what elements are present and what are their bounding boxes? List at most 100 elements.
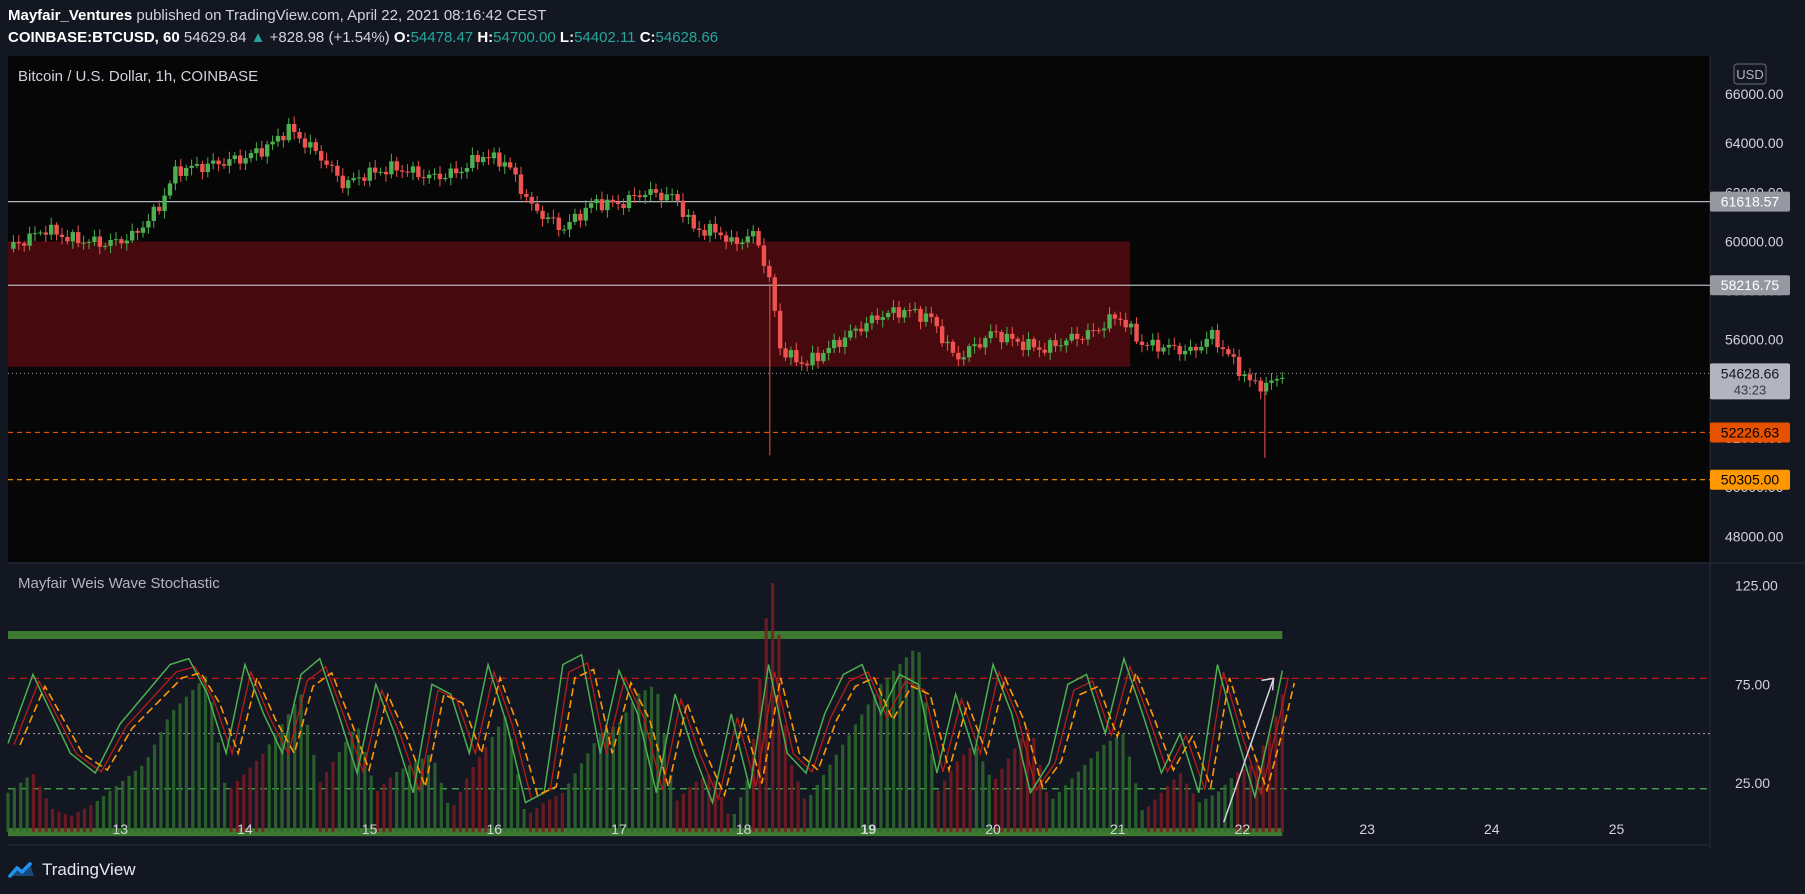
chart-header: Mayfair_Ventures published on TradingVie… bbox=[0, 0, 1805, 56]
candle-body bbox=[1015, 338, 1020, 342]
candle-body bbox=[907, 310, 912, 312]
time-axis-tick: 24 bbox=[1484, 821, 1500, 837]
candle-body bbox=[750, 231, 756, 237]
volume-histogram-bar bbox=[535, 807, 539, 833]
volume-histogram-bar bbox=[1159, 792, 1163, 833]
price-axis-tick: 66000.00 bbox=[1725, 86, 1784, 102]
candle-body bbox=[966, 346, 972, 358]
candle-body bbox=[351, 178, 356, 181]
candle-body bbox=[270, 141, 275, 145]
candle-body bbox=[594, 199, 599, 204]
candle-body bbox=[605, 199, 610, 211]
candle-body bbox=[642, 194, 648, 198]
chart-area[interactable]: 66000.0064000.0062000.0060000.0058000.00… bbox=[0, 56, 1805, 848]
volume-histogram-bar bbox=[216, 742, 220, 833]
candle-body bbox=[961, 357, 966, 360]
candle-body bbox=[713, 223, 718, 233]
volume-histogram-bar bbox=[694, 781, 698, 833]
candle-body bbox=[821, 353, 826, 362]
volume-histogram-bar bbox=[981, 761, 985, 833]
candle-body bbox=[772, 277, 777, 311]
candle-body bbox=[912, 308, 918, 311]
candle-body bbox=[1166, 344, 1172, 348]
candle-body bbox=[383, 171, 389, 175]
open-value: 54478.47 bbox=[410, 29, 474, 46]
candle-body bbox=[1172, 344, 1177, 346]
candle-body bbox=[54, 224, 59, 235]
volume-histogram-bar bbox=[618, 722, 622, 833]
volume-histogram-bar bbox=[528, 812, 533, 833]
candle-body bbox=[745, 236, 750, 243]
symbol-name[interactable]: COINBASE:BTCUSD, 60 bbox=[8, 29, 180, 46]
symbol-line: COINBASE:BTCUSD, 60 54629.84 ▲ +828.98 (… bbox=[8, 29, 718, 46]
volume-histogram-bar bbox=[726, 813, 730, 833]
volume-histogram-bar bbox=[516, 773, 520, 833]
volume-histogram-bar bbox=[917, 652, 921, 833]
candle-body bbox=[1139, 341, 1145, 345]
volume-histogram-bar bbox=[1076, 771, 1081, 833]
candle-body bbox=[1064, 340, 1069, 346]
volume-histogram-bar bbox=[522, 808, 526, 833]
candle-body bbox=[81, 242, 86, 244]
volume-histogram-bar bbox=[624, 712, 628, 833]
high-value: 54700.00 bbox=[493, 29, 556, 46]
volume-histogram-bar bbox=[95, 801, 99, 833]
volume-histogram-bar bbox=[802, 798, 807, 833]
candle-body bbox=[551, 217, 556, 219]
oscillator-band bbox=[8, 631, 1283, 639]
author-name[interactable]: Mayfair_Ventures bbox=[8, 7, 132, 24]
volume-histogram-bar bbox=[274, 734, 278, 833]
volume-histogram-bar bbox=[356, 728, 361, 833]
candle-body bbox=[1069, 333, 1074, 341]
candle-body bbox=[648, 189, 653, 195]
volume-histogram-bar bbox=[350, 731, 354, 833]
volume-histogram-bar bbox=[560, 792, 564, 833]
volume-histogram-bar bbox=[547, 799, 552, 833]
candle-body bbox=[200, 164, 205, 173]
volume-histogram-bar bbox=[446, 802, 450, 833]
oscillator-axis-tick: 25.00 bbox=[1735, 775, 1770, 791]
candle-body bbox=[340, 175, 345, 189]
candle-body bbox=[205, 163, 210, 173]
publisher-line: Mayfair_Ventures published on TradingVie… bbox=[8, 7, 546, 24]
candle-body bbox=[97, 236, 102, 247]
candle-body bbox=[356, 177, 362, 179]
candle-body bbox=[286, 123, 291, 141]
candle-body bbox=[210, 160, 216, 164]
candle-body bbox=[437, 173, 443, 180]
volume-histogram-bar bbox=[821, 774, 826, 833]
candle-body bbox=[686, 214, 691, 218]
candle-body bbox=[896, 307, 902, 318]
tradingview-logo[interactable]: TradingView bbox=[8, 860, 136, 880]
volume-histogram-bar bbox=[331, 761, 335, 833]
candle-body bbox=[38, 232, 43, 234]
candle-body bbox=[65, 236, 70, 242]
candle-body bbox=[1177, 345, 1182, 355]
volume-histogram-bar bbox=[146, 757, 150, 833]
volume-histogram-bar bbox=[809, 794, 813, 833]
volume-histogram-bar bbox=[38, 786, 42, 833]
volume-histogram-bar bbox=[1210, 795, 1214, 833]
volume-histogram-bar bbox=[1140, 810, 1144, 833]
volume-histogram-bar bbox=[1121, 734, 1125, 833]
candle-body bbox=[513, 167, 518, 175]
candle-body bbox=[869, 315, 875, 324]
candle-body bbox=[1247, 374, 1253, 381]
candle-body bbox=[254, 148, 259, 154]
candle-body bbox=[939, 326, 945, 344]
candle-body bbox=[173, 166, 178, 184]
volume-histogram-bar bbox=[490, 736, 494, 833]
price-level-tag-label: 52226.63 bbox=[1721, 424, 1780, 440]
candle-body bbox=[1128, 323, 1134, 328]
volume-histogram-bar bbox=[943, 780, 947, 833]
candle-body bbox=[32, 233, 38, 235]
candle-body bbox=[1280, 377, 1285, 379]
price-axis-tick: 64000.00 bbox=[1725, 135, 1784, 151]
volume-histogram-bar bbox=[497, 726, 501, 833]
last-price: 54629.84 bbox=[183, 29, 247, 46]
volume-histogram-bar bbox=[31, 774, 36, 833]
candle-body bbox=[885, 312, 891, 318]
candle-body bbox=[475, 154, 480, 163]
time-axis-tick: 15 bbox=[362, 821, 378, 837]
volume-histogram-bar bbox=[197, 683, 201, 833]
